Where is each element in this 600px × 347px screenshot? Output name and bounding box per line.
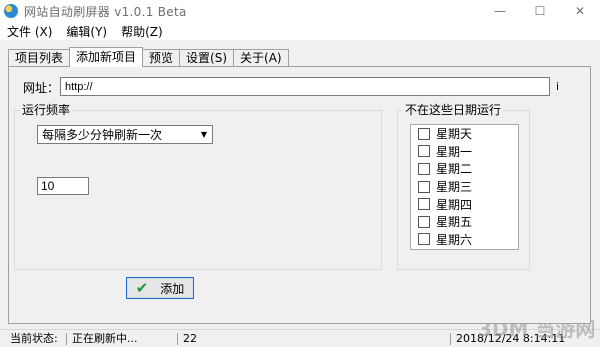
tab-add-new-project[interactable]: 添加新项目	[69, 47, 144, 67]
status-divider	[177, 333, 178, 345]
status-count: 22	[183, 332, 197, 345]
menu-bar: 文件 (X) 编辑(Y) 帮助(Z)	[0, 22, 600, 40]
status-label: 当前状态:	[10, 332, 58, 345]
day-item-monday[interactable]: 星期一	[411, 143, 518, 161]
close-button[interactable]: ✕	[560, 0, 600, 22]
day-item-wednesday[interactable]: 星期三	[411, 178, 518, 196]
tab-strip: 项目列表 添加新项目 预览 设置(S) 关于(A)	[8, 47, 289, 67]
tab-settings[interactable]: 设置(S)	[179, 49, 234, 67]
add-button[interactable]: ✔ 添加	[126, 277, 194, 299]
minimize-button[interactable]: —	[480, 0, 520, 22]
status-state: 正在刷新中...	[72, 332, 138, 345]
menu-file[interactable]: 文件 (X)	[0, 23, 59, 40]
day-label: 星期六	[436, 232, 473, 247]
day-item-thursday[interactable]: 星期四	[411, 195, 518, 213]
url-input[interactable]	[60, 77, 550, 96]
add-button-label: 添加	[160, 281, 185, 296]
day-label: 星期二	[436, 162, 473, 177]
maximize-button[interactable]: ☐	[520, 0, 560, 22]
menu-help[interactable]: 帮助(Z)	[114, 23, 170, 40]
day-checkbox[interactable]	[418, 180, 430, 193]
interval-input[interactable]	[37, 177, 89, 195]
day-item-tuesday[interactable]: 星期二	[411, 160, 518, 178]
frequency-select-value: 每隔多少分钟刷新一次	[42, 128, 163, 142]
dropdown-arrow-icon[interactable]: ▼	[197, 127, 211, 142]
url-info-icon: i	[556, 80, 560, 93]
day-checkbox[interactable]	[418, 233, 430, 246]
status-divider	[450, 333, 451, 345]
check-icon: ✔	[135, 278, 149, 297]
excluded-days-group-label: 不在这些日期运行	[403, 103, 504, 117]
day-label: 星期三	[436, 180, 473, 195]
app-logo-icon	[4, 4, 18, 18]
tab-about[interactable]: 关于(A)	[233, 49, 289, 67]
day-item-sunday[interactable]: 星期天	[411, 125, 518, 143]
menu-edit[interactable]: 编辑(Y)	[59, 23, 114, 40]
day-checkbox[interactable]	[418, 215, 430, 228]
day-checkbox[interactable]	[418, 198, 430, 211]
day-label: 星期天	[436, 127, 473, 142]
window-title: 网站自动刷屏器 v1.0.1 Beta	[24, 4, 187, 19]
url-label: 网址：	[23, 81, 60, 95]
status-divider	[66, 333, 67, 345]
day-label: 星期四	[436, 197, 473, 212]
day-checkbox[interactable]	[418, 162, 430, 175]
day-checkbox[interactable]	[418, 127, 430, 140]
tab-project-list[interactable]: 项目列表	[8, 49, 70, 67]
day-checkbox[interactable]	[418, 145, 430, 158]
day-item-saturday[interactable]: 星期六	[411, 231, 518, 249]
tab-preview[interactable]: 预览	[143, 49, 180, 67]
day-label: 星期五	[436, 215, 473, 230]
title-bar: 网站自动刷屏器 v1.0.1 Beta — ☐ ✕	[0, 0, 600, 22]
frequency-group-label: 运行频率	[20, 103, 73, 117]
day-item-friday[interactable]: 星期五	[411, 213, 518, 231]
window-controls: — ☐ ✕	[480, 0, 600, 22]
frequency-select[interactable]: 每隔多少分钟刷新一次 ▼	[37, 125, 213, 144]
excluded-days-list: 星期天 星期一 星期二 星期三 星期四 星期五 星期六	[410, 124, 519, 250]
day-label: 星期一	[436, 144, 473, 159]
